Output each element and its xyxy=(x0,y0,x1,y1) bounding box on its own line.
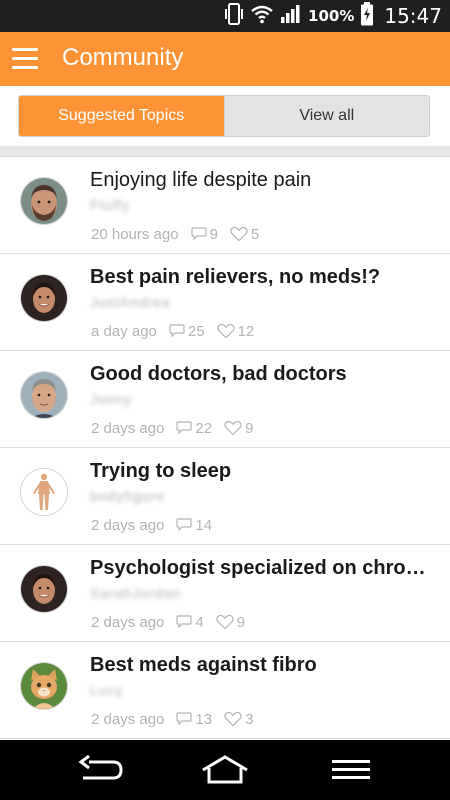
topic-meta: 20 hours ago 9 5 xyxy=(91,225,271,243)
like-count-value: 9 xyxy=(236,613,246,631)
topic-row[interactable]: Enjoying life despite pain Fluffy 20 hou… xyxy=(0,157,450,254)
topic-row[interactable]: Psychologist specialized on chronic … Sa… xyxy=(0,545,450,642)
like-count: 3 xyxy=(224,711,253,728)
topic-meta: 2 days ago 13 3 xyxy=(91,710,265,728)
vibrate-icon xyxy=(224,3,244,29)
comment-count-value: 9 xyxy=(209,225,218,243)
topic-time: 2 days ago xyxy=(91,516,165,534)
topic-title: Best meds against fibro xyxy=(90,654,317,676)
heart-icon xyxy=(230,226,248,242)
comment-icon xyxy=(190,227,207,241)
comment-count: 4 xyxy=(176,613,204,631)
comment-icon xyxy=(176,615,192,629)
like-count-value: 5 xyxy=(250,225,260,243)
like-count: 9 xyxy=(216,614,245,631)
status-bar: 100% 15:47 xyxy=(0,0,450,32)
topic-meta: 2 days ago 14 xyxy=(91,516,224,534)
topic-row[interactable]: Good doctors, bad doctors Jonny 2 days a… xyxy=(0,351,450,448)
topic-author: bodyfigure xyxy=(90,488,166,504)
avatar xyxy=(20,662,68,710)
clock: 15:47 xyxy=(384,4,442,28)
status-icons: 100% 15:47 xyxy=(224,0,442,32)
avatar xyxy=(20,371,68,419)
page-title: Community xyxy=(62,44,184,71)
topic-author: Lucy xyxy=(90,682,124,698)
comment-count: 14 xyxy=(176,517,212,534)
like-count: 5 xyxy=(230,226,259,243)
hamburger-menu-icon[interactable] xyxy=(12,48,38,70)
comment-icon xyxy=(176,712,192,726)
heart-icon xyxy=(224,711,242,727)
signal-icon xyxy=(280,4,302,28)
topic-time: a day ago xyxy=(91,322,157,340)
comment-count-value: 4 xyxy=(195,613,204,631)
avatar xyxy=(20,565,68,613)
topic-author: SarahJordan xyxy=(90,585,182,601)
topic-author: Jonny xyxy=(90,391,133,407)
menu-icon[interactable] xyxy=(328,754,378,786)
comment-icon xyxy=(176,421,192,435)
heart-icon xyxy=(224,420,242,436)
topic-time: 2 days ago xyxy=(91,613,165,631)
comment-count: 13 xyxy=(176,711,212,728)
comment-icon xyxy=(169,324,185,338)
comment-count: 22 xyxy=(176,420,212,437)
app-bar: Community xyxy=(0,32,450,86)
comment-count-value: 14 xyxy=(195,516,213,534)
topic-title: Trying to sleep xyxy=(90,460,232,482)
topic-row[interactable]: Best pain relievers, no meds!? JustAndre… xyxy=(0,254,450,351)
back-icon[interactable] xyxy=(75,754,125,786)
divider xyxy=(0,146,450,157)
topic-time: 2 days ago xyxy=(91,419,165,437)
topic-meta: 2 days ago 4 9 xyxy=(91,613,257,631)
topic-list: Enjoying life despite pain Fluffy 20 hou… xyxy=(0,157,450,739)
topic-title: Psychologist specialized on chronic … xyxy=(90,557,435,579)
comment-count: 9 xyxy=(190,225,218,243)
segmented-control: Suggested Topics View all xyxy=(18,95,430,137)
avatar xyxy=(20,274,68,322)
tab-view-all[interactable]: View all xyxy=(223,96,429,136)
comment-count-value: 13 xyxy=(195,710,213,728)
topic-author: Fluffy xyxy=(90,197,130,213)
heart-icon xyxy=(216,614,234,630)
like-count: 12 xyxy=(216,322,255,340)
battery-charging-icon xyxy=(360,2,374,30)
like-count-value: 3 xyxy=(245,710,254,728)
comment-count-value: 22 xyxy=(195,419,213,437)
battery-percent: 100% xyxy=(308,7,355,25)
wifi-icon xyxy=(250,4,274,28)
like-count-value: 12 xyxy=(237,322,255,340)
topic-author: JustAndrea xyxy=(90,294,171,310)
topic-title: Best pain relievers, no meds!? xyxy=(90,266,381,288)
topic-title: Enjoying life despite pain xyxy=(90,169,312,191)
topic-meta: 2 days ago 22 9 xyxy=(91,419,265,437)
avatar xyxy=(20,468,68,516)
topic-meta: a day ago 25 12 xyxy=(91,322,266,340)
system-nav-bar xyxy=(0,740,450,800)
tab-bar-area: Suggested Topics View all xyxy=(0,86,450,146)
tab-suggested-topics[interactable]: Suggested Topics xyxy=(19,96,224,136)
comment-icon xyxy=(176,518,192,532)
topic-row[interactable]: Trying to sleep bodyfigure 2 days ago 14 xyxy=(0,448,450,545)
like-count: 9 xyxy=(224,420,253,437)
topic-title: Good doctors, bad doctors xyxy=(90,363,347,385)
heart-icon xyxy=(216,323,235,339)
comment-count-value: 25 xyxy=(187,322,205,340)
topic-time: 20 hours ago xyxy=(91,225,179,243)
home-icon[interactable] xyxy=(200,754,250,786)
comment-count: 25 xyxy=(169,323,205,340)
topic-row[interactable]: Best meds against fibro Lucy 2 days ago … xyxy=(0,642,450,739)
topic-time: 2 days ago xyxy=(91,710,165,728)
like-count-value: 9 xyxy=(245,419,254,437)
avatar xyxy=(20,177,68,225)
